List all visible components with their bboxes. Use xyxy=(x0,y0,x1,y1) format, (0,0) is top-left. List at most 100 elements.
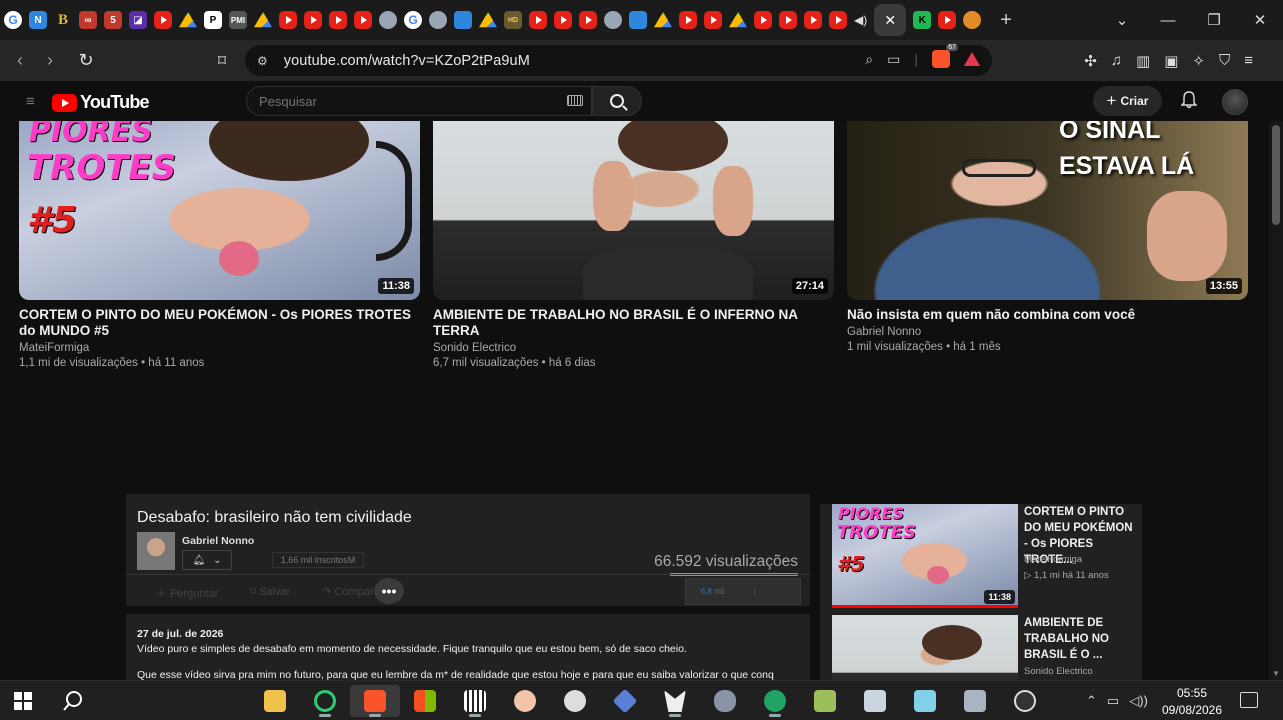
notifications-icon[interactable] xyxy=(1240,692,1258,708)
video-thumbnail[interactable]: 27:14 xyxy=(433,121,834,300)
channel-avatar[interactable] xyxy=(137,532,175,570)
account-avatar[interactable] xyxy=(1222,89,1248,115)
recommended-video[interactable]: PIORES TROTES #5 11:38 CORTEM O PINTO DO… xyxy=(832,504,1133,612)
red-app-icon[interactable]: 5 xyxy=(104,11,122,29)
vpn-shield-icon[interactable]: ⛉ xyxy=(1219,52,1230,70)
fox-app-icon[interactable] xyxy=(650,685,700,717)
youtube-icon[interactable] xyxy=(529,11,547,29)
pmi-icon[interactable]: PMI xyxy=(229,11,247,29)
ask-button[interactable]: ＋ Perguntar xyxy=(156,585,218,601)
obs-icon[interactable] xyxy=(1000,685,1050,717)
brave-news-icon[interactable]: N xyxy=(29,11,47,29)
pig-app-icon[interactable] xyxy=(500,685,550,717)
youtube-icon[interactable] xyxy=(279,11,297,29)
cat-icon[interactable] xyxy=(429,11,447,29)
youtube-icon[interactable] xyxy=(554,11,572,29)
diamond-app-icon[interactable] xyxy=(600,685,650,717)
keyboard-icon[interactable] xyxy=(567,95,583,106)
gamepad-icon[interactable] xyxy=(700,685,750,717)
channel-name[interactable]: Gabriel Nonno xyxy=(182,535,254,547)
window-app-icon[interactable] xyxy=(950,685,1000,717)
video-thumbnail[interactable]: O SINAL ESTAVA LÁ 13:55 xyxy=(847,121,1248,300)
minimize-icon[interactable]: — xyxy=(1145,12,1191,29)
youtube-icon[interactable] xyxy=(579,11,597,29)
window-close-icon[interactable]: ✕ xyxy=(1237,11,1283,29)
blue-box-icon[interactable] xyxy=(454,11,472,29)
cat-icon[interactable] xyxy=(379,11,397,29)
drive-icon[interactable] xyxy=(254,11,272,28)
network-icon[interactable]: ▭ xyxy=(1107,693,1119,709)
taskbar-search-icon[interactable] xyxy=(62,690,84,712)
sidebar-icon[interactable]: ▥ xyxy=(1136,52,1150,70)
opera-gx-icon[interactable] xyxy=(300,685,350,717)
brave-shields-icon[interactable]: 67 xyxy=(932,44,958,68)
drive-icon[interactable] xyxy=(729,11,747,28)
blue-cube-icon[interactable] xyxy=(900,685,950,717)
youtube-icon[interactable] xyxy=(329,11,347,29)
youtube-icon[interactable] xyxy=(704,11,722,29)
video-thumbnail[interactable]: PIORES TROTES #5 11:38 xyxy=(19,121,420,300)
video-title[interactable]: CORTEM O PINTO DO MEU POKÉMON - Os PIORE… xyxy=(19,307,420,339)
subscription-bell-button[interactable]: 🔔︎ ⌄ xyxy=(182,550,232,570)
purple-app-icon[interactable]: ◪ xyxy=(129,11,147,29)
forward-icon[interactable]: › xyxy=(35,50,65,71)
blue-box-icon[interactable] xyxy=(629,11,647,29)
bee-app-icon[interactable] xyxy=(550,685,600,717)
hd-icon[interactable]: HD xyxy=(504,11,522,29)
recommended-video[interactable]: AMBIENTE DE TRABALHO NO BRASIL É O ... S… xyxy=(832,615,1132,680)
url-text[interactable]: youtube.com/watch?v=KZoP2tPa9uM xyxy=(284,53,530,69)
like-count[interactable]: 6,8 mil xyxy=(701,587,725,596)
cast-icon[interactable]: ▭ xyxy=(887,51,900,68)
channel-name[interactable]: Sonido Electrico xyxy=(433,342,834,354)
channel-name[interactable]: Sonido Electrico xyxy=(1024,666,1093,677)
search-input[interactable] xyxy=(247,87,547,115)
drive-icon[interactable] xyxy=(479,11,497,28)
create-button[interactable]: + Criar xyxy=(1093,86,1162,116)
back-icon[interactable]: ‹ xyxy=(5,50,35,71)
youtube-icon[interactable] xyxy=(779,11,797,29)
scrollbar-thumb[interactable] xyxy=(1272,125,1280,225)
close-icon[interactable]: ✕ xyxy=(884,12,896,29)
cat-icon[interactable] xyxy=(604,11,622,29)
bold-b-icon[interactable]: B xyxy=(54,11,72,29)
scroll-down-icon[interactable]: ▼ xyxy=(1272,669,1280,678)
wallet-icon[interactable]: ▣ xyxy=(1164,52,1178,70)
start-button-icon[interactable] xyxy=(14,692,32,710)
video-card[interactable]: PIORES TROTES #5 11:38 CORTEM O PINTO DO… xyxy=(19,121,420,369)
video-card[interactable]: 27:14 AMBIENTE DE TRABALHO NO BRASIL É O… xyxy=(433,121,834,369)
new-tab-button[interactable]: + xyxy=(1000,9,1012,32)
green-circle-app-icon[interactable] xyxy=(750,685,800,717)
youtube-icon[interactable] xyxy=(304,11,322,29)
drive-icon[interactable] xyxy=(179,11,197,28)
restore-icon[interactable]: ❐ xyxy=(1191,11,1237,29)
media-icon[interactable]: ♫ xyxy=(1111,52,1122,70)
video-title[interactable]: AMBIENTE DE TRABALHO NO BRASIL É O ... xyxy=(1024,615,1136,663)
zoom-icon[interactable]: ⌕ xyxy=(865,51,873,68)
file-explorer-icon[interactable] xyxy=(250,685,300,717)
video-title[interactable]: AMBIENTE DE TRABALHO NO BRASIL É O INFER… xyxy=(433,307,834,339)
hamburger-menu-icon[interactable]: ≡ xyxy=(26,93,35,110)
tray-chevron-up-icon[interactable]: ⌃ xyxy=(1086,693,1097,709)
video-thumbnail[interactable]: PIORES TROTES #5 11:38 xyxy=(832,504,1018,608)
google-icon[interactable]: G xyxy=(404,11,422,29)
notifications-bell-icon[interactable] xyxy=(1181,91,1197,109)
youtube-icon[interactable] xyxy=(938,11,957,29)
brave-browser-icon[interactable] xyxy=(350,685,400,717)
leo-ai-icon[interactable]: ✧ xyxy=(1192,52,1205,70)
microsoft-store-icon[interactable] xyxy=(400,685,450,717)
search-button[interactable] xyxy=(592,86,642,116)
google-icon[interactable]: G xyxy=(4,11,22,29)
folder-app-icon[interactable] xyxy=(800,685,850,717)
youtube-logo[interactable]: YouTube xyxy=(52,92,150,113)
site-info-icon[interactable]: ⚙ xyxy=(257,54,268,68)
active-tab-close-button[interactable]: ✕ xyxy=(874,4,907,36)
document-app-icon[interactable] xyxy=(850,685,900,717)
bookmark-icon[interactable]: ⌑ xyxy=(207,51,237,71)
speaker-icon[interactable]: ◀) xyxy=(854,13,867,27)
kick-icon[interactable]: K xyxy=(913,11,932,29)
youtube-icon[interactable] xyxy=(754,11,772,29)
video-title[interactable]: Não insista em quem não combina com você xyxy=(847,307,1248,323)
reload-icon[interactable]: ↻ xyxy=(71,50,101,71)
youtube-icon[interactable] xyxy=(804,11,822,29)
channel-name[interactable]: Gabriel Nonno xyxy=(847,326,1248,338)
